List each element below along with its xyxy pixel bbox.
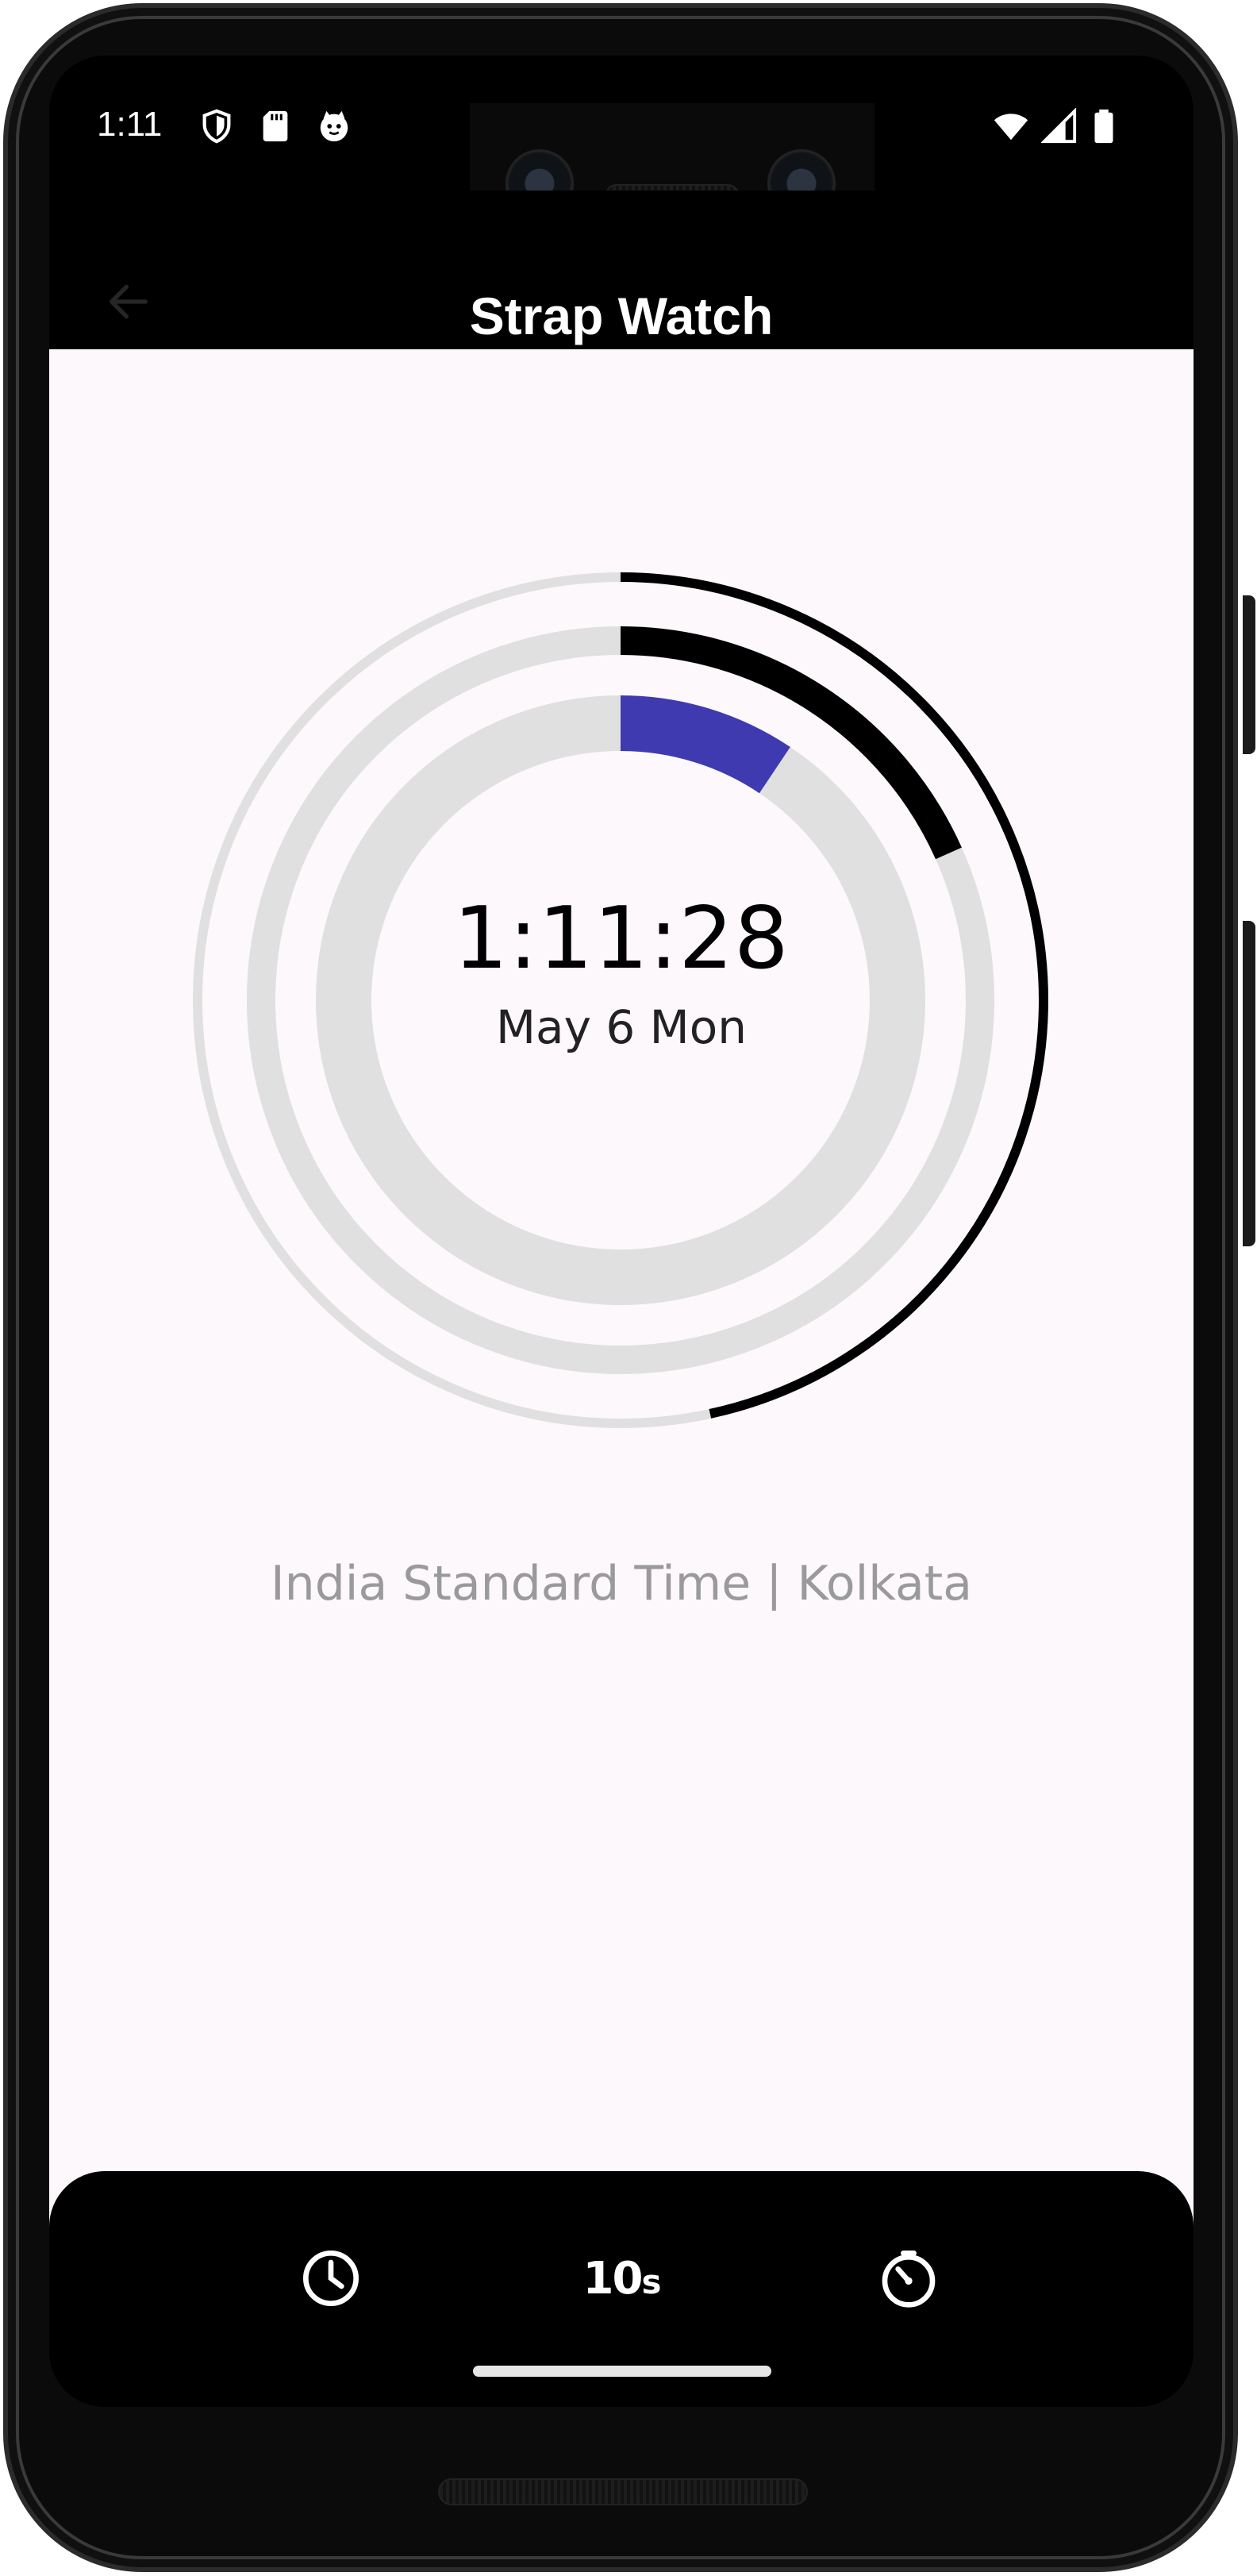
bottom-speaker [438,2478,808,2505]
phone-screen: 1:11 Strap Watch 1:11:28 May 6 Mon India… [49,56,1194,2407]
power-button [1243,595,1255,754]
nav-timer-button[interactable] [865,2235,952,2322]
wifi-icon [994,114,1028,141]
ten-seconds-suffix: s [641,2262,661,2301]
timer-icon [882,2251,936,2308]
nav-clock-button[interactable] [287,2235,375,2322]
battery-icon [1094,109,1113,144]
ten-seconds-icon: 10s [582,2252,662,2305]
app-title: Strap Watch [469,287,774,345]
shield-icon [202,109,231,144]
current-time: 1:11:28 [453,889,790,988]
clock-icon [303,2251,359,2306]
device-frame: 1:11 Strap Watch 1:11:28 May 6 Mon India… [0,0,1257,2576]
bottom-navigation: 10s [49,2171,1194,2407]
timezone-label: India Standard Time | Kolkata [270,1556,973,1611]
sd-card-icon [263,110,288,142]
ten-seconds-number: 10 [582,2252,644,2305]
current-date: May 6 Mon [496,1000,747,1054]
volume-button [1243,921,1255,1246]
nav-ten-seconds-button[interactable]: 10s [578,2235,665,2322]
status-time: 1:11 [97,105,163,144]
cat-face-icon [320,110,348,142]
signal-icon [1041,108,1077,144]
home-indicator[interactable] [473,2366,771,2377]
